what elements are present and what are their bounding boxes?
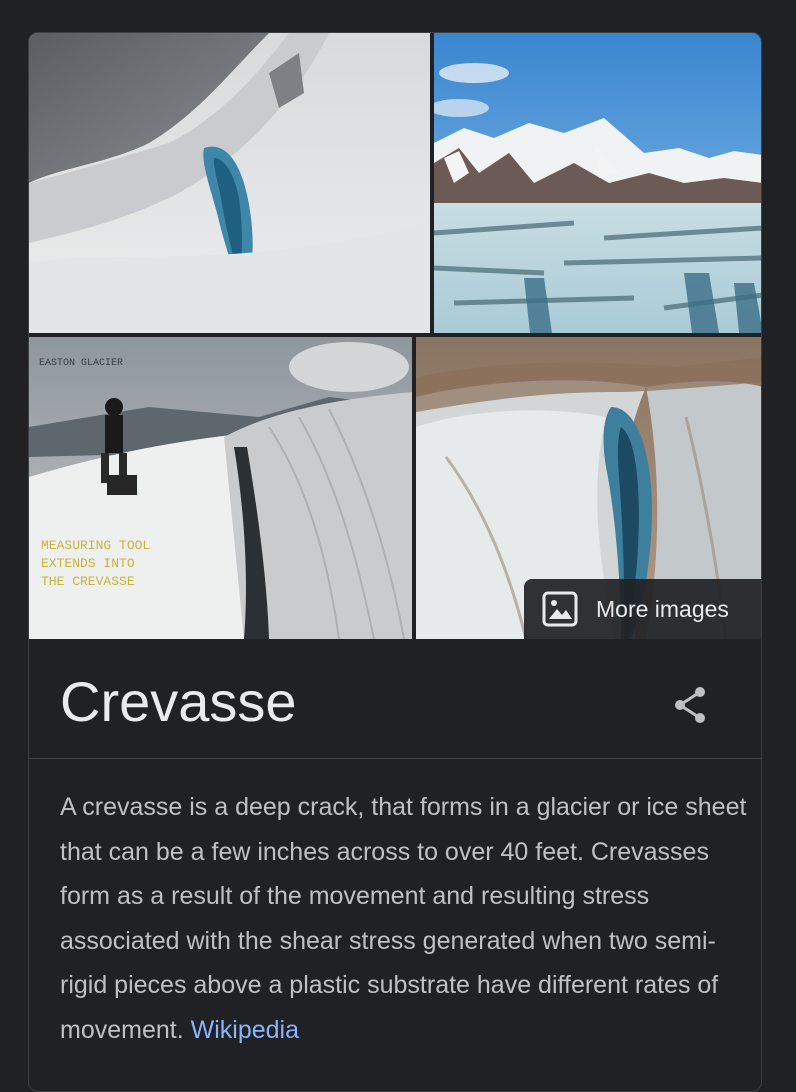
image-caption: MEASURING TOOL EXTENDS INTO THE CREVASSE — [41, 538, 150, 589]
image-gallery: EASTON GLACIER MEASURING TOOL EXTENDS IN… — [29, 33, 761, 639]
glacier-mountains-image — [434, 33, 761, 333]
knowledge-panel: EASTON GLACIER MEASURING TOOL EXTENDS IN… — [28, 32, 762, 1092]
crevasse-snow-slope-image — [29, 33, 430, 333]
image-caption-top: EASTON GLACIER — [39, 358, 123, 369]
gallery-image-3[interactable]: EASTON GLACIER MEASURING TOOL EXTENDS IN… — [29, 337, 412, 639]
description-text: A crevasse is a deep crack, that forms i… — [60, 793, 747, 1044]
image-icon — [542, 591, 578, 627]
wikipedia-link[interactable]: Wikipedia — [191, 1016, 299, 1044]
gallery-image-1[interactable] — [29, 33, 430, 333]
image-caption-line-3: THE CREVASSE — [41, 574, 135, 589]
image-caption-line-2: EXTENDS INTO — [41, 556, 135, 571]
gallery-image-2[interactable] — [434, 33, 761, 333]
entity-description: A crevasse is a deep crack, that forms i… — [60, 785, 750, 1052]
share-icon[interactable] — [669, 683, 713, 727]
entity-title: Crevasse — [60, 670, 297, 733]
title-row: Crevasse — [29, 639, 761, 759]
more-images-button[interactable]: More images — [524, 579, 761, 639]
image-caption-line-1: MEASURING TOOL — [41, 538, 150, 553]
gallery-image-4[interactable]: More images — [416, 337, 761, 639]
easton-glacier-measuring-image: EASTON GLACIER MEASURING TOOL EXTENDS IN… — [29, 337, 412, 639]
more-images-label: More images — [596, 595, 729, 622]
